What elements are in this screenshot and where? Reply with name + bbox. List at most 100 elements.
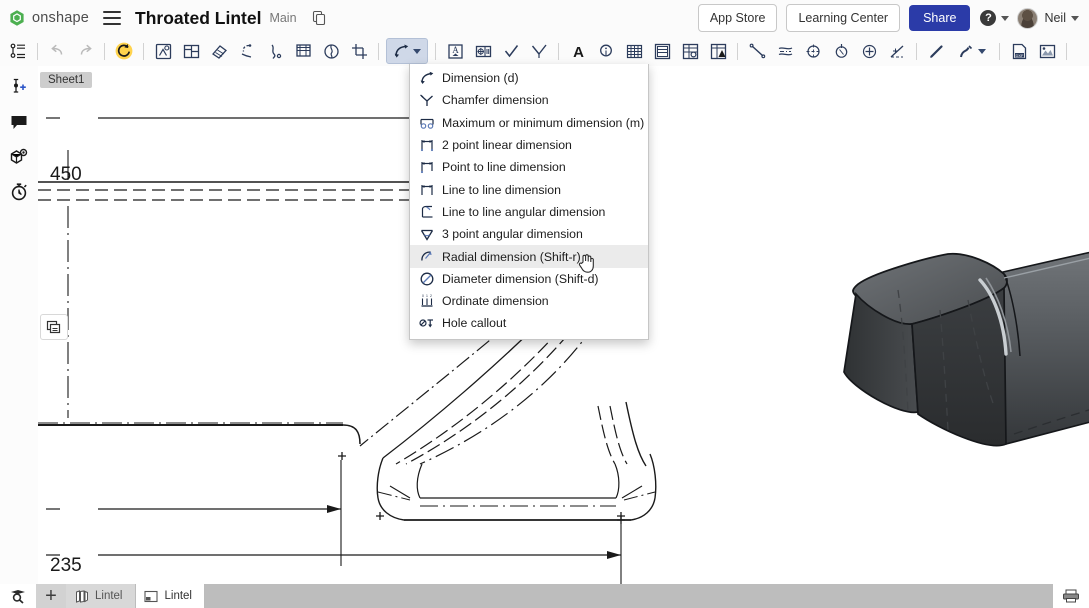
menu-item-radial-dimension[interactable]: Radial dimension (Shift-r) <box>410 245 648 267</box>
menu-item-label: Line to line angular dimension <box>442 205 605 219</box>
print-icon[interactable] <box>1053 584 1089 608</box>
revision-table-icon[interactable] <box>706 39 730 63</box>
menu-item-3-point-angular-dimension[interactable]: 3 point angular dimension <box>410 223 648 245</box>
onshape-logo-icon[interactable] <box>8 9 26 27</box>
dimension-tool-icon[interactable] <box>386 38 428 64</box>
tab-part-studio-lintel[interactable]: Lintel <box>66 584 136 608</box>
update-views-icon[interactable] <box>112 39 136 63</box>
radial-dimension-icon <box>416 248 438 266</box>
menu-item-line-to-line-angular-dimension[interactable]: Line to line angular dimension <box>410 201 648 223</box>
redo-icon[interactable] <box>73 39 97 63</box>
three-point-angular-dimension-icon <box>416 225 438 243</box>
pencil-line-icon[interactable] <box>924 39 948 63</box>
part-studio-icon <box>74 589 89 603</box>
drawing-toolbar: A A <box>0 36 1089 67</box>
tab-label: Lintel <box>95 590 123 602</box>
app-store-button[interactable]: App Store <box>698 4 778 32</box>
menu-item-diameter-dimension[interactable]: Diameter dimension (Shift-d) <box>410 268 648 290</box>
export-dxf-icon[interactable]: DXF <box>1007 39 1031 63</box>
check-icon[interactable] <box>499 39 523 63</box>
menu-item-label: Line to line dimension <box>442 183 561 197</box>
dimension-235[interactable]: 235 <box>50 555 82 577</box>
menu-item-line-to-line-dimension[interactable]: Line to line dimension <box>410 178 648 200</box>
comment-rail-icon[interactable] <box>6 109 32 135</box>
dimension-arrow <box>327 505 341 513</box>
chevron-down-icon <box>1001 16 1009 21</box>
toolbar-separator <box>916 43 917 60</box>
trim-view-icon[interactable] <box>347 39 371 63</box>
svg-text:A: A <box>452 45 459 55</box>
toolbar-separator <box>378 43 379 60</box>
learning-center-button[interactable]: Learning Center <box>786 4 900 32</box>
insert-image-icon[interactable] <box>1035 39 1059 63</box>
menu-item-dimension[interactable]: Dimension (d) <box>410 67 648 89</box>
datum-icon[interactable] <box>471 39 495 63</box>
copy-document-icon[interactable] <box>311 10 327 26</box>
menu-item-max-min-dimension[interactable]: Maximum or minimum dimension (m) <box>410 112 648 134</box>
line-icon[interactable] <box>745 39 769 63</box>
menu-item-hole-callout[interactable]: Hole callout <box>410 312 648 334</box>
circle-plus-icon[interactable] <box>857 39 881 63</box>
spline-icon[interactable] <box>952 39 992 63</box>
text-icon[interactable]: A <box>566 39 590 63</box>
diameter-dimension-icon <box>416 270 438 288</box>
projected-view-icon[interactable] <box>179 39 203 63</box>
show-hide-tree-icon[interactable] <box>6 39 30 63</box>
dimension-dropdown-menu[interactable]: Dimension (d) Chamfer dimension <box>409 64 649 340</box>
drawing-icon <box>144 589 159 603</box>
crop-view-icon[interactable] <box>291 39 315 63</box>
menu-item-chamfer-dimension[interactable]: Chamfer dimension <box>410 89 648 111</box>
view-settings-button[interactable] <box>1061 311 1089 343</box>
share-button[interactable]: Share <box>909 5 970 31</box>
centerline-circle-icon[interactable] <box>829 39 853 63</box>
toolbar-separator <box>558 43 559 60</box>
insert-dimension-rail-icon[interactable] <box>6 74 32 100</box>
undo-icon[interactable] <box>45 39 69 63</box>
brand-label: onshape <box>32 10 89 26</box>
hamburger-icon[interactable] <box>103 11 121 25</box>
toolbar-separator <box>435 43 436 60</box>
menu-item-point-to-line-dimension[interactable]: Point to line dimension <box>410 156 648 178</box>
svg-text:2: 2 <box>430 294 432 298</box>
layers-button[interactable] <box>40 314 68 340</box>
menu-item-label: Point to line dimension <box>442 160 566 174</box>
balloon-icon[interactable] <box>594 39 618 63</box>
help-icon: ? <box>980 10 996 26</box>
user-menu[interactable]: Neil <box>1017 8 1079 29</box>
tab-drawing-lintel[interactable]: Lintel <box>136 584 206 608</box>
history-rail-icon[interactable] <box>6 179 32 205</box>
dimension-icon <box>416 69 438 87</box>
insert-view-icon[interactable] <box>151 39 175 63</box>
line-to-line-dimension-icon <box>416 181 438 199</box>
search-tab-icon[interactable] <box>0 584 36 608</box>
centerline-icon[interactable] <box>773 39 797 63</box>
note-icon[interactable]: A <box>443 39 467 63</box>
help-menu[interactable]: ? <box>980 10 1009 26</box>
center-mark-icon[interactable] <box>801 39 825 63</box>
section-view-icon[interactable] <box>207 39 231 63</box>
chevron-down-icon <box>978 49 986 54</box>
toolbar-separator <box>104 43 105 60</box>
menu-item-2-point-linear-dimension[interactable]: 2 point linear dimension <box>410 134 648 156</box>
dimension-450[interactable]: 450 <box>50 164 82 186</box>
hole-table-icon[interactable] <box>678 39 702 63</box>
tab-label: Lintel <box>165 590 193 602</box>
max-min-dimension-icon <box>416 114 438 132</box>
workspace-label: Main <box>269 11 296 25</box>
menu-item-label: Dimension (d) <box>442 71 519 85</box>
surface-finish-icon[interactable] <box>527 39 551 63</box>
add-tab-button[interactable]: + <box>36 584 66 608</box>
top-bar: onshape Throated Lintel Main App Store L… <box>0 0 1089 37</box>
bom-table-icon[interactable] <box>650 39 674 63</box>
toolbar-separator <box>37 43 38 60</box>
user-name-label: Neil <box>1044 11 1066 25</box>
detail-view-icon[interactable] <box>235 39 259 63</box>
construction-icon[interactable] <box>885 39 909 63</box>
menu-item-ordinate-dimension[interactable]: 0 1 2 Ordinate dimension <box>410 290 648 312</box>
break-view-icon[interactable] <box>319 39 343 63</box>
cube-rail-icon[interactable] <box>6 144 32 170</box>
toolbar-separator <box>999 43 1000 60</box>
broken-view-icon[interactable] <box>263 39 287 63</box>
table-icon[interactable] <box>622 39 646 63</box>
onshape-drawing-app: onshape Throated Lintel Main App Store L… <box>0 0 1089 608</box>
